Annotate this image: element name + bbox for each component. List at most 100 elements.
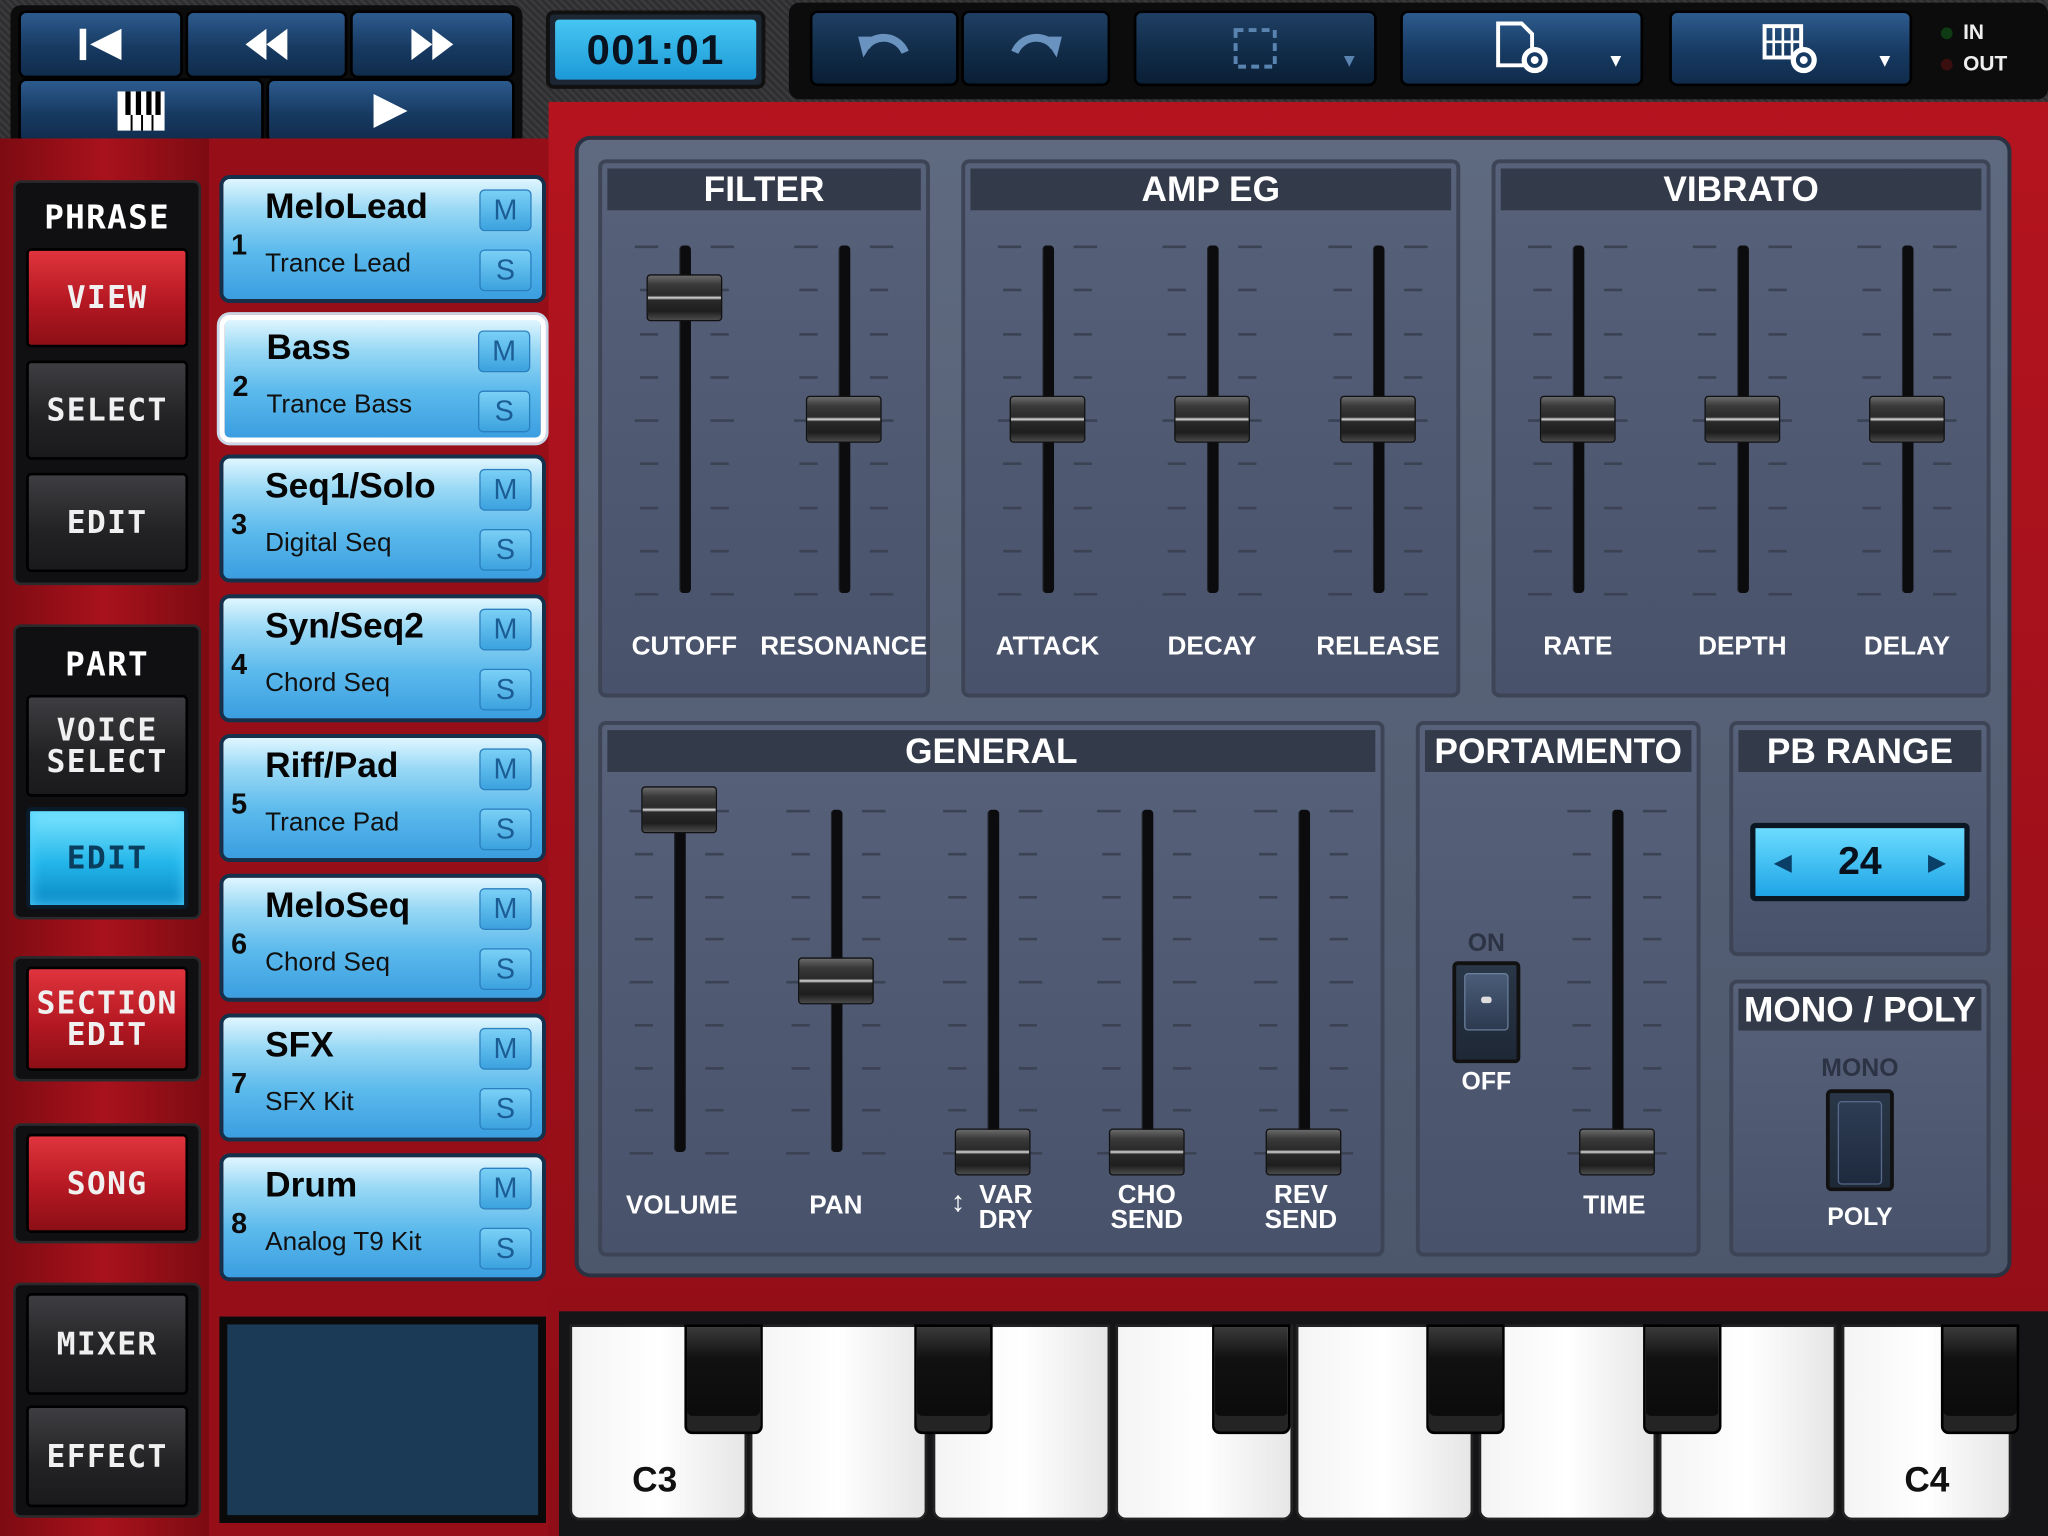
selection-button[interactable]: ▼ — [1133, 10, 1377, 87]
slider-tick — [1073, 549, 1092, 553]
resonance-slider-knob[interactable] — [805, 395, 882, 443]
var-dry-slider-track[interactable] — [987, 809, 1000, 1152]
mute-button[interactable]: M — [479, 748, 532, 791]
section-edit-button[interactable]: SECTION EDIT — [26, 966, 189, 1072]
cho-send-slider-track[interactable] — [1141, 809, 1154, 1152]
part-item-8[interactable]: 8 Drum Analog T9 Kit M S — [219, 1153, 546, 1282]
attack-slider-knob[interactable] — [1009, 395, 1086, 443]
slider-tick — [1102, 895, 1121, 898]
portamento-switch[interactable] — [1452, 961, 1521, 1064]
solo-button[interactable]: S — [479, 1227, 532, 1270]
slider-tick — [1603, 462, 1623, 466]
slider-tick — [1003, 549, 1022, 553]
phrase-edit-button[interactable]: EDIT — [26, 472, 189, 573]
rewind-button[interactable] — [185, 10, 348, 79]
solo-button[interactable]: S — [479, 948, 532, 991]
slider-tick — [948, 1066, 967, 1070]
solo-button[interactable]: S — [478, 390, 531, 433]
white-key[interactable] — [749, 1324, 928, 1521]
slider-tick — [1567, 980, 1591, 984]
slider-tick — [869, 549, 889, 553]
mute-button[interactable]: M — [479, 888, 532, 930]
voice-select-button[interactable]: VOICE SELECT — [26, 694, 189, 797]
cutoff-slider-knob[interactable] — [646, 274, 723, 322]
rev-send-slider-track[interactable] — [1298, 809, 1311, 1152]
rev-send-slider-knob[interactable] — [1265, 1128, 1342, 1176]
sequencer-settings-button[interactable]: ▼ — [1669, 10, 1913, 87]
solo-button[interactable]: S — [479, 668, 532, 711]
solo-button[interactable]: S — [479, 808, 532, 851]
part-item-5[interactable]: 5 Riff/Pad Trance Pad M S — [219, 734, 546, 863]
part-item-2[interactable]: 2 Bass Trance Bass M S — [219, 314, 546, 443]
mixer-button[interactable]: MIXER — [26, 1293, 189, 1395]
undo-button[interactable] — [809, 10, 959, 87]
black-key[interactable] — [1212, 1324, 1291, 1435]
mute-button[interactable]: M — [479, 1027, 532, 1070]
part-item-1[interactable]: 1 MeloLead Trance Lead M S — [219, 175, 546, 304]
mute-button[interactable]: M — [479, 1167, 532, 1210]
mono-poly-switch[interactable] — [1825, 1089, 1894, 1192]
depth-slider-knob[interactable] — [1704, 395, 1781, 443]
slider-tick — [1404, 332, 1423, 336]
slider-tick — [1768, 332, 1787, 336]
slider-tick — [634, 245, 659, 249]
slider-tick — [1073, 592, 1098, 596]
slider-tick — [634, 592, 659, 596]
part-edit-button[interactable]: EDIT — [26, 807, 189, 910]
part-voice: Trance Lead — [265, 249, 411, 279]
part-item-3[interactable]: 3 Seq1/Solo Digital Seq M S — [219, 454, 546, 583]
part-item-4[interactable]: 4 Syn/Seq2 Chord Seq M S — [219, 594, 546, 723]
effect-button[interactable]: EFFECT — [26, 1405, 189, 1508]
undo-icon — [858, 33, 909, 58]
slider-tick — [1329, 1066, 1348, 1070]
keyboard-toggle-button[interactable] — [18, 78, 264, 144]
delay-slider-knob[interactable] — [1869, 395, 1945, 443]
slider-tick — [1933, 506, 1952, 509]
solo-button[interactable]: S — [479, 528, 532, 571]
rate-slider-knob[interactable] — [1539, 395, 1616, 443]
decrement-arrow-icon[interactable]: ◀ — [1774, 848, 1792, 875]
solo-button[interactable]: S — [479, 249, 532, 292]
cho-send-slider-knob[interactable] — [1108, 1128, 1185, 1176]
slider-tick — [1933, 375, 1952, 379]
slider-tick — [1167, 462, 1186, 466]
black-key[interactable] — [1940, 1324, 2020, 1435]
redo-button[interactable] — [961, 10, 1111, 87]
slider-tick — [710, 419, 735, 422]
song-button[interactable]: SONG — [26, 1133, 189, 1233]
black-key[interactable] — [684, 1324, 763, 1435]
release-slider-knob[interactable] — [1340, 395, 1416, 443]
black-key[interactable] — [1643, 1324, 1722, 1435]
volume-slider-track[interactable] — [673, 809, 686, 1152]
slider-tick — [1933, 288, 1952, 292]
slider-tick — [1533, 375, 1552, 379]
phrase-view-button[interactable]: VIEW — [26, 248, 189, 348]
pan-slider-knob[interactable] — [798, 957, 874, 1005]
mute-button[interactable]: M — [479, 468, 532, 511]
go-to-start-button[interactable] — [18, 10, 183, 79]
phrase-select-button[interactable]: SELECT — [26, 360, 189, 460]
time-slider-track[interactable] — [1611, 809, 1624, 1152]
black-key[interactable] — [914, 1324, 993, 1435]
slider-tick — [799, 375, 818, 379]
file-settings-button[interactable]: ▼ — [1400, 10, 1644, 87]
var-dry-slider-knob[interactable] — [954, 1128, 1031, 1176]
white-key[interactable] — [1478, 1324, 1657, 1521]
pb-range-value-box[interactable]: ◀ 24 ▶ — [1750, 822, 1970, 902]
slider-tick — [1404, 549, 1423, 553]
slider-tick — [1003, 288, 1022, 292]
time-slider-knob[interactable] — [1579, 1128, 1655, 1176]
part-item-6[interactable]: 6 MeloSeq Chord Seq M S — [219, 873, 546, 1002]
fast-forward-button[interactable] — [350, 10, 515, 79]
increment-arrow-icon[interactable]: ▶ — [1928, 848, 1946, 875]
mute-button[interactable]: M — [479, 608, 532, 651]
mute-button[interactable]: M — [478, 330, 531, 373]
part-item-7[interactable]: 7 SFX SFX Kit M S — [219, 1013, 546, 1142]
mute-button[interactable]: M — [479, 189, 532, 232]
play-button[interactable] — [266, 78, 515, 144]
decay-slider-knob[interactable] — [1174, 395, 1250, 443]
black-key[interactable] — [1426, 1324, 1505, 1435]
slider-tick — [1073, 462, 1092, 466]
volume-slider-knob[interactable] — [641, 786, 718, 834]
solo-button[interactable]: S — [479, 1087, 532, 1130]
